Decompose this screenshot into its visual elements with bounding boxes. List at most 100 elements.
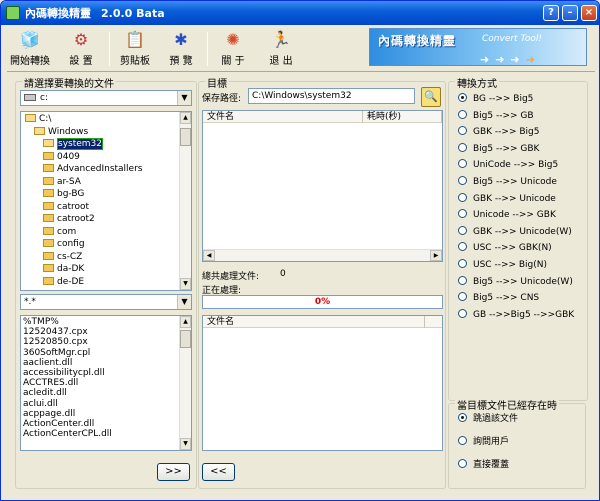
radio-dot-icon[interactable] [458, 259, 467, 268]
tree-folder-item[interactable]: cs-CZ [23, 251, 177, 264]
file-filter-select[interactable]: *.* ▼ [20, 294, 192, 310]
tree-folder-item[interactable]: da-DK [23, 263, 177, 276]
conversion-mode-radio[interactable]: UniCode -->> Big5 [458, 158, 558, 172]
file-list-item[interactable]: 12520437.cpx [21, 327, 177, 337]
scroll-thumb[interactable] [180, 330, 191, 348]
conversion-mode-radio[interactable]: Big5 -->> Unicode(W) [458, 275, 573, 289]
column-filename[interactable]: 文件名 [203, 111, 363, 123]
tree-folder-item[interactable]: catroot2 [23, 213, 177, 226]
tree-folder-item[interactable]: config [23, 238, 177, 251]
tree-folder-item[interactable]: catroot [23, 201, 177, 214]
radio-dot-icon[interactable] [458, 192, 467, 202]
file-list-item[interactable]: acppage.dll [21, 409, 177, 419]
column-time[interactable]: 耗時(秒) [363, 111, 442, 123]
conversion-mode-radio[interactable]: GBK -->> Big5 [458, 125, 539, 139]
help-button[interactable]: ? [543, 5, 559, 21]
radio-dot-icon[interactable] [458, 142, 467, 152]
drive-select[interactable]: c: ▼ [20, 90, 192, 106]
file-list-item[interactable]: ActionCenterCPL.dll [21, 429, 177, 439]
radio-dot-icon[interactable] [458, 93, 467, 102]
radio-dot-icon[interactable] [458, 159, 467, 169]
radio-dot-icon[interactable] [458, 436, 467, 445]
tree-folder-item[interactable]: com [23, 226, 177, 239]
file-list-item[interactable]: aclui.dll [21, 399, 177, 409]
tree-folder-item[interactable]: C:\ [23, 113, 177, 126]
conversion-mode-radio[interactable]: Unicode -->> GBK [458, 208, 556, 222]
conversion-mode-radio[interactable]: GB -->>Big5 -->>GBK [458, 308, 574, 322]
browse-folder-button[interactable]: 🔍 [421, 87, 441, 107]
conversion-mode-radio[interactable]: BG -->> Big5 [458, 92, 533, 106]
file-list-item[interactable]: %TMP% [21, 317, 177, 327]
conversion-mode-radio[interactable]: Big5 -->> Unicode [458, 175, 557, 189]
radio-dot-icon[interactable] [458, 225, 467, 235]
remove-files-button[interactable]: << [202, 463, 235, 481]
minimize-button[interactable]: – [562, 5, 578, 21]
tree-folder-item[interactable]: de-DE [23, 276, 177, 289]
file-list[interactable]: %TMP% 12520437.cpx 12520850.cpx 360SoftMgr.… [20, 315, 192, 451]
column-filename[interactable]: 文件名 [203, 316, 425, 328]
scroll-up-icon[interactable]: ▲ [180, 112, 191, 124]
scroll-thumb[interactable] [180, 128, 191, 146]
start-convert-button[interactable]: 🧊 開始轉換 [9, 28, 51, 70]
scroll-up-icon[interactable]: ▲ [180, 316, 191, 328]
exit-button[interactable]: 🏃 退 出 [261, 28, 301, 70]
folder-tree[interactable]: C:\ Windows system32 0409 AdvancedInstallers… [20, 111, 192, 291]
file-exists-radio[interactable]: 詢問用戶 [458, 435, 509, 449]
file-list-item[interactable]: aaclient.dll [21, 358, 177, 368]
settings-button[interactable]: ⚙ 設 置 [61, 28, 101, 70]
chevron-down-icon[interactable]: ▼ [177, 91, 191, 105]
queue-list[interactable]: 文件名 [202, 315, 443, 451]
close-button[interactable]: × [581, 5, 597, 21]
title-bar[interactable]: 內碼轉換精靈 2.0.0 Bata ? – × [1, 1, 599, 25]
radio-dot-icon[interactable] [458, 109, 467, 119]
radio-dot-icon[interactable] [458, 126, 467, 136]
conversion-mode-radio[interactable]: Big5 -->> GBK [458, 142, 539, 156]
conversion-mode-radio[interactable]: USC -->> Big(N) [458, 258, 547, 272]
scroll-right-icon[interactable]: ▶ [430, 250, 442, 261]
file-list-item[interactable]: accessibilitycpl.dll [21, 368, 177, 378]
file-list-item[interactable]: ActionCenter.dll [21, 419, 177, 429]
conversion-mode-radio[interactable]: Big5 -->> GB [458, 109, 534, 123]
file-list-item[interactable]: 360SoftMgr.cpl [21, 348, 177, 358]
save-path-input[interactable]: C:\Windows\system32 [248, 88, 415, 104]
radio-dot-icon[interactable] [458, 275, 467, 285]
tree-folder-item[interactable]: AdvancedInstallers [23, 163, 177, 176]
file-list-item[interactable]: acledit.dll [21, 388, 177, 398]
radio-dot-icon[interactable] [458, 242, 467, 252]
file-list-scrollbar[interactable]: ▲ ▼ [179, 316, 191, 450]
chevron-down-icon[interactable]: ▼ [177, 295, 191, 309]
conversion-mode-radio[interactable]: GBK -->> Unicode [458, 192, 556, 206]
file-exists-radio[interactable]: 直接覆蓋 [458, 458, 509, 472]
tree-folder-item[interactable]: Windows [23, 126, 177, 139]
tree-folder-label: 0409 [57, 151, 80, 162]
tree-folder-item[interactable]: bg-BG [23, 188, 177, 201]
clipboard-button[interactable]: 📋 剪貼板 [115, 28, 155, 70]
tree-folder-label: catroot2 [57, 214, 95, 224]
converted-files-scrollbar[interactable]: ◀ ▶ [203, 249, 442, 261]
radio-dot-icon[interactable] [458, 176, 467, 185]
radio-dot-icon[interactable] [458, 459, 467, 468]
conversion-mode-radio[interactable]: Big5 -->> CNS [458, 291, 539, 305]
converted-files-list[interactable]: 文件名 耗時(秒) ◀ ▶ [202, 110, 443, 262]
window-version: 2.0.0 Bata [101, 6, 165, 20]
scroll-down-icon[interactable]: ▼ [180, 438, 191, 450]
radio-dot-icon[interactable] [458, 413, 467, 422]
tree-folder-item[interactable]: ar-SA [23, 176, 177, 189]
scroll-left-icon[interactable]: ◀ [203, 250, 215, 261]
radio-dot-icon[interactable] [458, 308, 467, 318]
file-list-item[interactable]: ACCTRES.dll [21, 378, 177, 388]
preview-button[interactable]: ✱ 預 覽 [161, 28, 201, 70]
scroll-down-icon[interactable]: ▼ [180, 278, 191, 290]
tree-folder-item[interactable]: 0409 [23, 151, 177, 164]
radio-dot-icon[interactable] [458, 292, 467, 302]
settings-icon: ⚙ [73, 30, 89, 49]
tree-folder-item[interactable]: system32 [23, 138, 177, 151]
about-button[interactable]: ✺ 關 于 [213, 28, 253, 70]
file-exists-radio[interactable]: 跳過該文件 [458, 412, 518, 426]
add-files-button[interactable]: >> [157, 463, 190, 481]
conversion-mode-radio[interactable]: USC -->> GBK(N) [458, 241, 552, 255]
radio-dot-icon[interactable] [458, 209, 467, 219]
conversion-mode-radio[interactable]: GBK -->> Unicode(W) [458, 225, 572, 239]
file-list-item[interactable]: 12520850.cpx [21, 337, 177, 347]
folder-tree-scrollbar[interactable]: ▲ ▼ [179, 112, 191, 290]
